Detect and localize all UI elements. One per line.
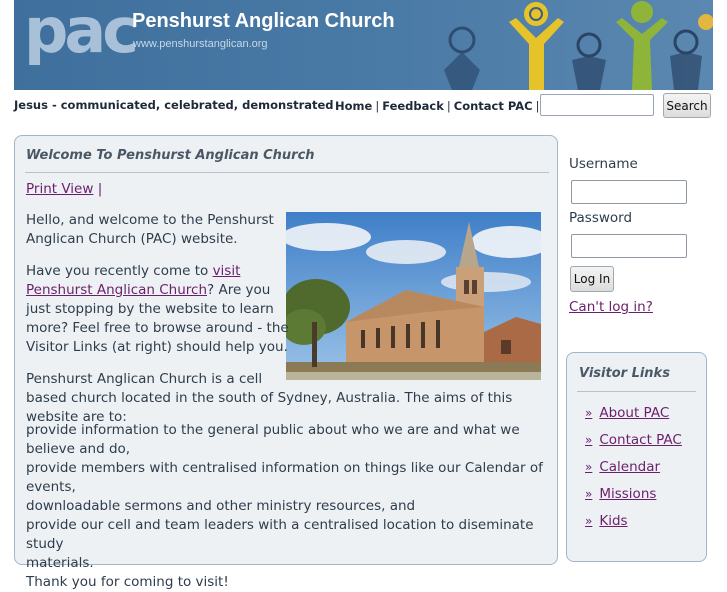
text-line: provide information to the general publi…	[26, 422, 520, 457]
page-title: Welcome To Penshurst Anglican Church	[26, 148, 315, 163]
text-line: Penshurst Anglican Church is a cell	[26, 371, 263, 387]
print-view-link[interactable]: Print View	[26, 181, 93, 197]
church-photo	[286, 212, 541, 380]
text-line: more? Feel free to browse around - the	[26, 320, 289, 336]
nav-home-link[interactable]: Home	[335, 99, 372, 113]
bullet-icon: »	[585, 433, 593, 447]
search-button[interactable]: Search	[663, 93, 711, 118]
intro-paragraph: Hello, and welcome to the Penshurst Angl…	[26, 211, 274, 249]
visitor-links-title: Visitor Links	[579, 366, 670, 381]
username-field[interactable]	[571, 180, 687, 204]
visit-church-link[interactable]: Penshurst Anglican Church	[26, 282, 207, 298]
nav-separator: |	[446, 99, 451, 113]
divider	[577, 391, 696, 392]
pac-logo[interactable]: pac	[24, 0, 139, 67]
banner-figures-illustration	[444, 1, 713, 90]
text-line: provide members with centralised informa…	[26, 460, 543, 495]
about-paragraph: Penshurst Anglican Church is a cell base…	[26, 370, 557, 427]
bullet-icon: »	[585, 406, 593, 420]
bullet-icon: »	[585, 460, 593, 474]
text-line: Anglican Church (PAC) website.	[26, 231, 238, 247]
visit-paragraph: Have you recently come to visit Penshurs…	[26, 262, 289, 357]
visitor-link-kids[interactable]: » Kids	[585, 513, 628, 529]
divider	[25, 172, 549, 173]
figure-blue-right-icon	[670, 29, 702, 90]
visitor-link-label: Kids	[599, 513, 628, 529]
password-field[interactable]	[571, 234, 687, 258]
nav-feedback-link[interactable]: Feedback	[382, 99, 444, 113]
visitor-link-label: Calendar	[599, 459, 661, 475]
visitor-links-panel: Visitor Links » About PAC » Contact PAC » C…	[566, 352, 707, 562]
text-line: provide our cell and team leaders with a…	[26, 517, 534, 552]
visitor-link-about-pac[interactable]: » About PAC	[585, 405, 669, 421]
visitor-link-calendar[interactable]: » Calendar	[585, 459, 660, 475]
welcome-panel: Welcome To Penshurst Anglican Church Pri…	[14, 135, 558, 590]
bullet-icon: »	[585, 514, 593, 528]
site-tagline: Jesus - communicated, celebrated, demons…	[14, 98, 334, 112]
text-line: Hello, and welcome to the Penshurst	[26, 212, 274, 228]
visitor-link-label: Contact PAC	[599, 432, 682, 448]
visitor-link-contact-pac[interactable]: » Contact PAC	[585, 432, 682, 448]
print-separator: |	[97, 181, 103, 197]
log-in-button[interactable]: Log In	[570, 266, 614, 292]
search-input[interactable]	[540, 94, 654, 116]
print-view-row: Print View |	[26, 181, 102, 197]
figure-blue-left-icon	[444, 26, 480, 90]
figure-blue-middle-icon	[572, 32, 606, 90]
site-title: Penshurst Anglican Church	[132, 10, 395, 32]
text-line: Visitor Links (at right) should help you…	[26, 339, 288, 355]
nav-separator: |	[375, 99, 380, 113]
nav-separator: |	[535, 99, 540, 113]
site-url: www.penshurstanglican.org	[133, 38, 268, 50]
site-banner: pac Penshurst Anglican Church www.penshu…	[14, 0, 713, 90]
username-label: Username	[569, 156, 638, 172]
bullet-icon: »	[585, 487, 593, 501]
text-line: downloadable sermons and other ministry …	[26, 498, 416, 514]
visitor-link-label: Missions	[599, 486, 657, 502]
text-fragment: ? Are you	[207, 282, 271, 298]
nav-contact-link[interactable]: Contact PAC	[454, 99, 533, 113]
text-line: materials.	[26, 555, 94, 571]
text-line: Thank you for coming to visit!	[26, 574, 229, 590]
cant-log-in-link[interactable]: Can't log in?	[569, 299, 653, 315]
password-label: Password	[569, 210, 633, 226]
text-fragment: Have you recently come to	[26, 263, 213, 279]
aims-list: provide information to the general publi…	[26, 421, 557, 592]
top-navigation: Home | Feedback | Contact PAC |	[335, 99, 542, 113]
visitor-link-missions[interactable]: » Missions	[585, 486, 656, 502]
figure-yellow-right-icon	[698, 14, 713, 30]
visit-link[interactable]: visit	[213, 263, 241, 279]
visitor-link-label: About PAC	[599, 405, 670, 421]
figure-yellow-icon	[509, 2, 564, 90]
figure-green-icon	[616, 1, 668, 90]
text-line: just stopping by the website to learn	[26, 301, 274, 317]
